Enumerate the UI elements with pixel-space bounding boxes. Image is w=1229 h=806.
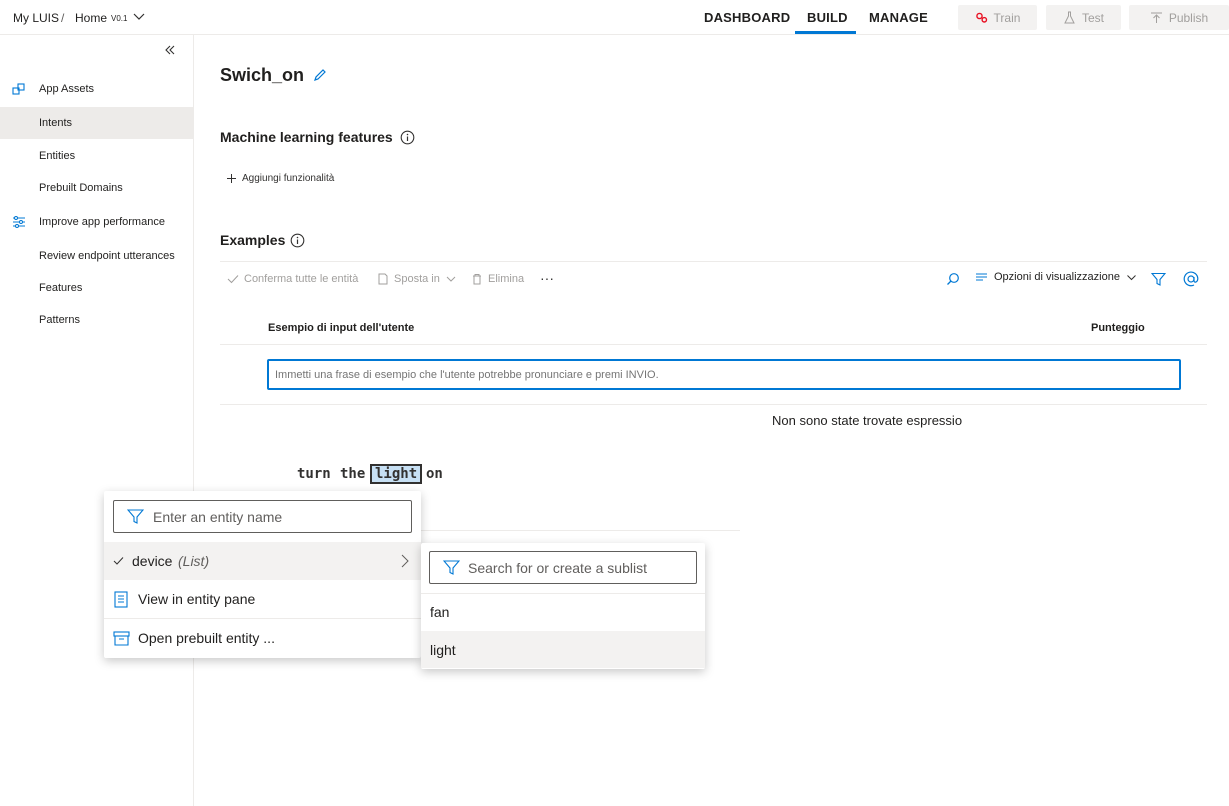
sidebar-item-improve-app-performance[interactable]: Improve app performance: [0, 206, 193, 238]
plus-icon: [227, 174, 236, 183]
divider: [220, 344, 1207, 345]
delete-label: Elimina: [488, 273, 525, 285]
sidebar-item-label: Prebuilt Domains: [39, 182, 123, 194]
tab-dashboard[interactable]: DASHBOARD: [704, 10, 790, 25]
flask-icon: [1064, 11, 1075, 24]
sidebar-item-app-assets[interactable]: App Assets: [0, 73, 193, 105]
move-to-label: Sposta in: [394, 273, 440, 285]
publish-icon: [1150, 12, 1162, 23]
chevron-down-icon[interactable]: [133, 12, 145, 22]
more-options-button[interactable]: ···: [540, 270, 554, 286]
no-results-message: Non sono state trovate espressioni: [772, 413, 962, 428]
test-label: Test: [1081, 10, 1104, 25]
divider: [220, 404, 1207, 405]
utterance-input[interactable]: [267, 359, 1181, 390]
utterance-word[interactable]: on: [426, 466, 443, 482]
sidebar-item-features[interactable]: Features: [0, 272, 193, 304]
open-prebuilt-label: Open prebuilt entity ...: [138, 630, 275, 646]
entity-type: (List): [178, 553, 210, 569]
utterance-word[interactable]: turn: [297, 466, 331, 482]
info-icon[interactable]: [400, 130, 415, 145]
lines-icon: [976, 273, 987, 281]
sliders-icon: [13, 216, 25, 228]
view-in-pane-label: View in entity pane: [138, 591, 256, 607]
filter-icon[interactable]: [1151, 272, 1166, 287]
sidebar-item-label: Patterns: [39, 314, 80, 326]
info-icon[interactable]: [290, 233, 305, 248]
column-header-utterance[interactable]: Esempio di input dell'utente: [268, 322, 414, 334]
confirm-all-entities-button[interactable]: Conferma tutte le entità: [227, 273, 358, 285]
sidebar: App Assets Intents Entities Prebuilt Dom…: [0, 35, 194, 806]
train-button[interactable]: Train: [958, 5, 1037, 30]
add-feature-button[interactable]: Aggiungi funzionalità: [226, 173, 334, 184]
breadcrumb-separator: /: [61, 11, 65, 25]
sidebar-item-prebuilt-domains[interactable]: Prebuilt Domains: [0, 172, 193, 204]
entity-context-menu: Enter an entity name device (List) View …: [104, 491, 421, 658]
gears-icon: [975, 12, 987, 23]
sidebar-item-label: Review endpoint utterances: [39, 250, 175, 262]
delete-button[interactable]: Elimina: [471, 273, 524, 285]
sublist-search-field[interactable]: Search for or create a sublist: [429, 551, 697, 584]
publish-label: Publish: [1168, 10, 1209, 25]
edit-pencil-icon[interactable]: [313, 68, 327, 82]
sublist-item[interactable]: light: [421, 631, 705, 668]
move-to-button[interactable]: Sposta in: [377, 273, 457, 285]
sublist-item[interactable]: fan: [421, 593, 705, 630]
entity-name: device: [132, 553, 173, 569]
column-header-score[interactable]: Punteggio: [1091, 322, 1145, 334]
search-icon[interactable]: [946, 272, 960, 286]
filter-icon: [443, 560, 460, 575]
sidebar-item-label: Features: [39, 282, 83, 294]
document-move-icon: [378, 273, 388, 285]
sidebar-item-label: App Assets: [39, 83, 95, 95]
sidebar-item-label: Intents: [39, 117, 73, 129]
document-list-icon: [114, 591, 128, 608]
filter-icon: [127, 509, 144, 524]
version-label[interactable]: V0.1: [111, 14, 127, 23]
chevron-right-icon: [401, 554, 409, 568]
trash-icon: [473, 274, 481, 285]
examples-heading: Examples: [220, 232, 286, 248]
sublist-menu: Search for or create a sublist fan light: [421, 543, 705, 669]
top-bar: My LUIS / Home V0.1 DASHBOARD BUILD MANA…: [0, 0, 1229, 35]
confirm-all-label: Conferma tutte le entità: [244, 273, 359, 285]
chevron-down-icon: [1127, 274, 1136, 280]
breadcrumb-home[interactable]: Home: [75, 11, 107, 25]
divider: [420, 530, 740, 531]
menu-item-view-in-entity-pane[interactable]: View in entity pane: [104, 580, 421, 618]
at-sign-icon[interactable]: [1183, 271, 1199, 287]
menu-item-device-entity[interactable]: device (List): [104, 542, 421, 580]
view-options-label: Opzioni di visualizzazione: [994, 271, 1120, 283]
ml-features-heading: Machine learning features: [220, 129, 393, 145]
sidebar-item-patterns[interactable]: Patterns: [0, 304, 193, 336]
page-title: Swich_on: [220, 65, 305, 85]
test-button[interactable]: Test: [1046, 5, 1121, 30]
active-tab-indicator: [795, 31, 856, 34]
examples-toolbar: Conferma tutte le entità Sposta in Elimi…: [220, 261, 1207, 297]
check-icon: [113, 557, 124, 565]
publish-button[interactable]: Publish: [1129, 5, 1229, 30]
train-label: Train: [993, 10, 1021, 25]
sublist-search-placeholder: Search for or create a sublist: [468, 559, 647, 576]
add-feature-label: Aggiungi funzionalità: [242, 173, 335, 184]
app-assets-icon: [12, 83, 25, 95]
menu-item-open-prebuilt-entity[interactable]: Open prebuilt entity ...: [104, 619, 421, 657]
sidebar-item-review-endpoint-utterances[interactable]: Review endpoint utterances: [0, 240, 193, 272]
tab-manage[interactable]: MANAGE: [869, 10, 928, 25]
sidebar-item-label: Improve app performance: [39, 216, 165, 228]
view-options-button[interactable]: Opzioni di visualizzazione: [975, 271, 1137, 283]
utterance-word-selected[interactable]: light: [369, 464, 423, 484]
utterance-word[interactable]: the: [340, 466, 365, 482]
collapse-sidebar-icon[interactable]: [163, 43, 177, 57]
entity-search-placeholder: Enter an entity name: [153, 508, 283, 525]
breadcrumb-app[interactable]: My LUIS: [13, 11, 59, 25]
sidebar-item-entities[interactable]: Entities: [0, 140, 193, 172]
check-icon: [227, 275, 239, 284]
sidebar-item-label: Entities: [39, 150, 76, 162]
chevron-down-icon: [446, 276, 456, 282]
entity-search-field[interactable]: Enter an entity name: [113, 500, 412, 533]
archive-box-icon: [113, 631, 130, 646]
tab-build[interactable]: BUILD: [807, 10, 848, 25]
sidebar-item-intents[interactable]: Intents: [0, 107, 193, 139]
